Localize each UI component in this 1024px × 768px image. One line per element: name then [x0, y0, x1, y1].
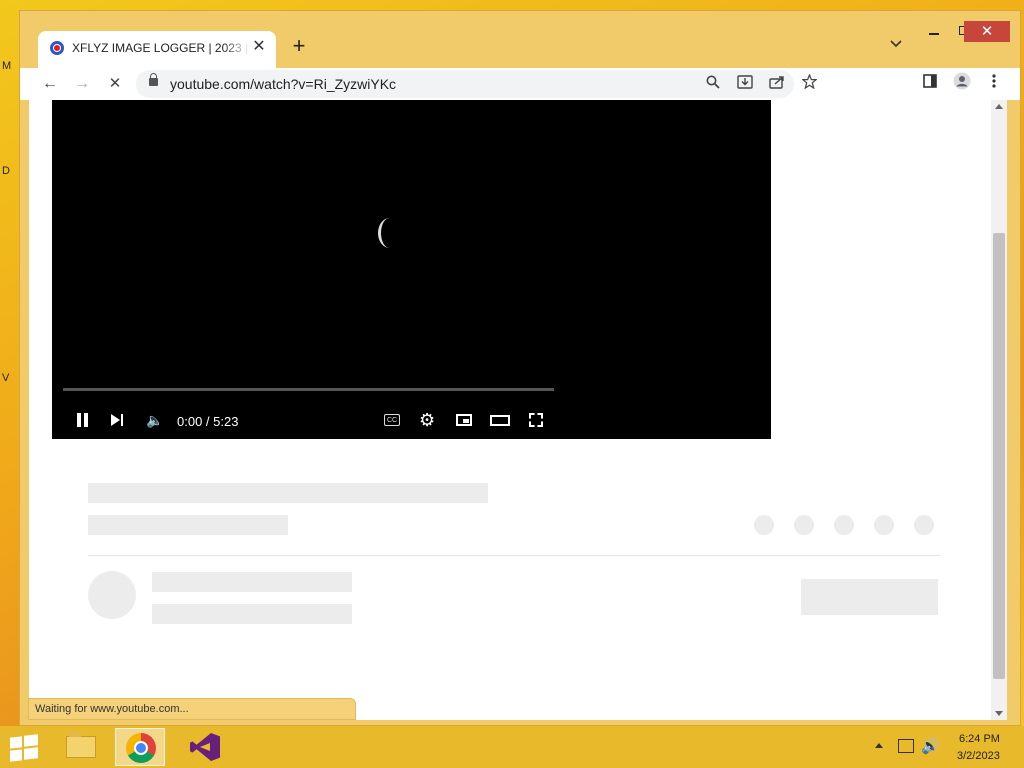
loading-spinner-icon: [378, 218, 401, 248]
windows-logo-icon: [24, 734, 38, 747]
folder-icon: [66, 732, 96, 758]
title-placeholder: [88, 483, 488, 503]
time-display: 0:00 / 5:23: [177, 414, 239, 429]
windows-logo-icon: [24, 747, 38, 760]
volume-icon[interactable]: 🔈: [146, 409, 164, 431]
tab-close-icon[interactable]: ✕: [250, 38, 268, 56]
action-placeholder: [794, 515, 814, 535]
forward-button[interactable]: →: [70, 72, 94, 96]
channel-name-placeholder: [152, 572, 352, 592]
divider: [88, 555, 940, 556]
scroll-down-arrow-icon[interactable]: [995, 711, 1003, 716]
profile-avatar-icon[interactable]: [950, 72, 974, 96]
url-text[interactable]: youtube.com/watch?v=Ri_ZyzwiYKc: [170, 76, 396, 92]
windows-logo-icon: [10, 749, 22, 762]
chrome-icon: [126, 733, 156, 763]
favicon-icon: [50, 41, 64, 55]
network-icon[interactable]: [898, 739, 914, 753]
taskbar-file-explorer[interactable]: [56, 728, 106, 766]
action-placeholder: [874, 515, 894, 535]
stop-loading-button[interactable]: ✕: [103, 72, 127, 96]
speaker-icon[interactable]: 🔊: [921, 737, 940, 755]
taskbar-chrome[interactable]: [115, 728, 165, 766]
side-panel-icon[interactable]: [918, 72, 942, 96]
minimize-button[interactable]: [920, 23, 948, 39]
browser-toolbar: ← → ✕ youtube.com/watch?v=Ri_ZyzwiYKc: [20, 68, 1020, 100]
install-app-icon[interactable]: [734, 74, 756, 94]
share-icon[interactable]: [766, 74, 788, 94]
search-icon[interactable]: [702, 74, 724, 94]
close-window-button[interactable]: ✕: [964, 21, 1010, 42]
visual-studio-icon: [190, 733, 220, 761]
page-scrollbar[interactable]: [991, 100, 1007, 720]
theater-mode-icon[interactable]: [490, 409, 512, 431]
address-bar[interactable]: youtube.com/watch?v=Ri_ZyzwiYKc: [136, 70, 818, 98]
views-placeholder: [88, 515, 288, 535]
player-controls: 🔈 0:00 / 5:23 ⚙: [52, 405, 771, 435]
tab-search-chevron-icon[interactable]: [886, 37, 906, 57]
scroll-up-arrow-icon[interactable]: [995, 104, 1003, 109]
action-placeholder: [834, 515, 854, 535]
lock-icon[interactable]: [149, 73, 158, 86]
back-button[interactable]: ←: [38, 72, 62, 96]
subscriber-count-placeholder: [152, 604, 352, 624]
desktop-icon-label[interactable]: V: [2, 372, 9, 384]
channel-avatar-placeholder: [88, 571, 136, 619]
desktop-icon-label[interactable]: D: [2, 165, 10, 177]
pause-icon[interactable]: [76, 409, 90, 431]
clock-time[interactable]: 6:24 PM: [959, 733, 1000, 745]
page-content: 🔈 0:00 / 5:23 ⚙: [29, 100, 999, 720]
action-placeholder: [914, 515, 934, 535]
desktop-icon-label[interactable]: M: [2, 60, 11, 72]
status-text: Waiting for www.youtube.com...: [35, 703, 189, 715]
tab-title: XFLYZ IMAGE LOGGER | 2023 | NEW: [72, 41, 250, 55]
taskbar-visual-studio[interactable]: [180, 728, 230, 766]
browser-window: XFLYZ IMAGE LOGGER | 2023 | NEW ✕ + ✕ ← …: [19, 10, 1021, 726]
progress-bar[interactable]: [63, 388, 554, 391]
status-bubble: Waiting for www.youtube.com...: [28, 698, 356, 720]
taskbar: 🔊 6:24 PM 3/2/2023: [0, 726, 1024, 768]
tab-strip: XFLYZ IMAGE LOGGER | 2023 | NEW ✕ + ✕: [20, 11, 1020, 68]
start-button[interactable]: [6, 734, 40, 762]
action-placeholder: [754, 515, 774, 535]
miniplayer-icon[interactable]: [455, 409, 475, 431]
next-video-icon[interactable]: [110, 409, 126, 431]
tab-active[interactable]: XFLYZ IMAGE LOGGER | 2023 | NEW ✕: [38, 31, 276, 68]
subscribe-button-placeholder: [801, 579, 938, 615]
scroll-thumb[interactable]: [993, 233, 1005, 679]
video-player[interactable]: 🔈 0:00 / 5:23 ⚙: [52, 100, 771, 439]
fullscreen-icon[interactable]: [528, 409, 546, 431]
bookmark-star-icon[interactable]: [798, 73, 820, 94]
kebab-menu-icon[interactable]: [982, 72, 1006, 96]
new-tab-button[interactable]: +: [286, 35, 312, 59]
show-hidden-icons-icon[interactable]: [875, 743, 883, 748]
clock-date[interactable]: 3/2/2023: [957, 750, 1000, 762]
captions-icon[interactable]: [384, 409, 402, 431]
settings-gear-icon[interactable]: ⚙: [419, 409, 439, 431]
windows-logo-icon: [10, 736, 22, 749]
